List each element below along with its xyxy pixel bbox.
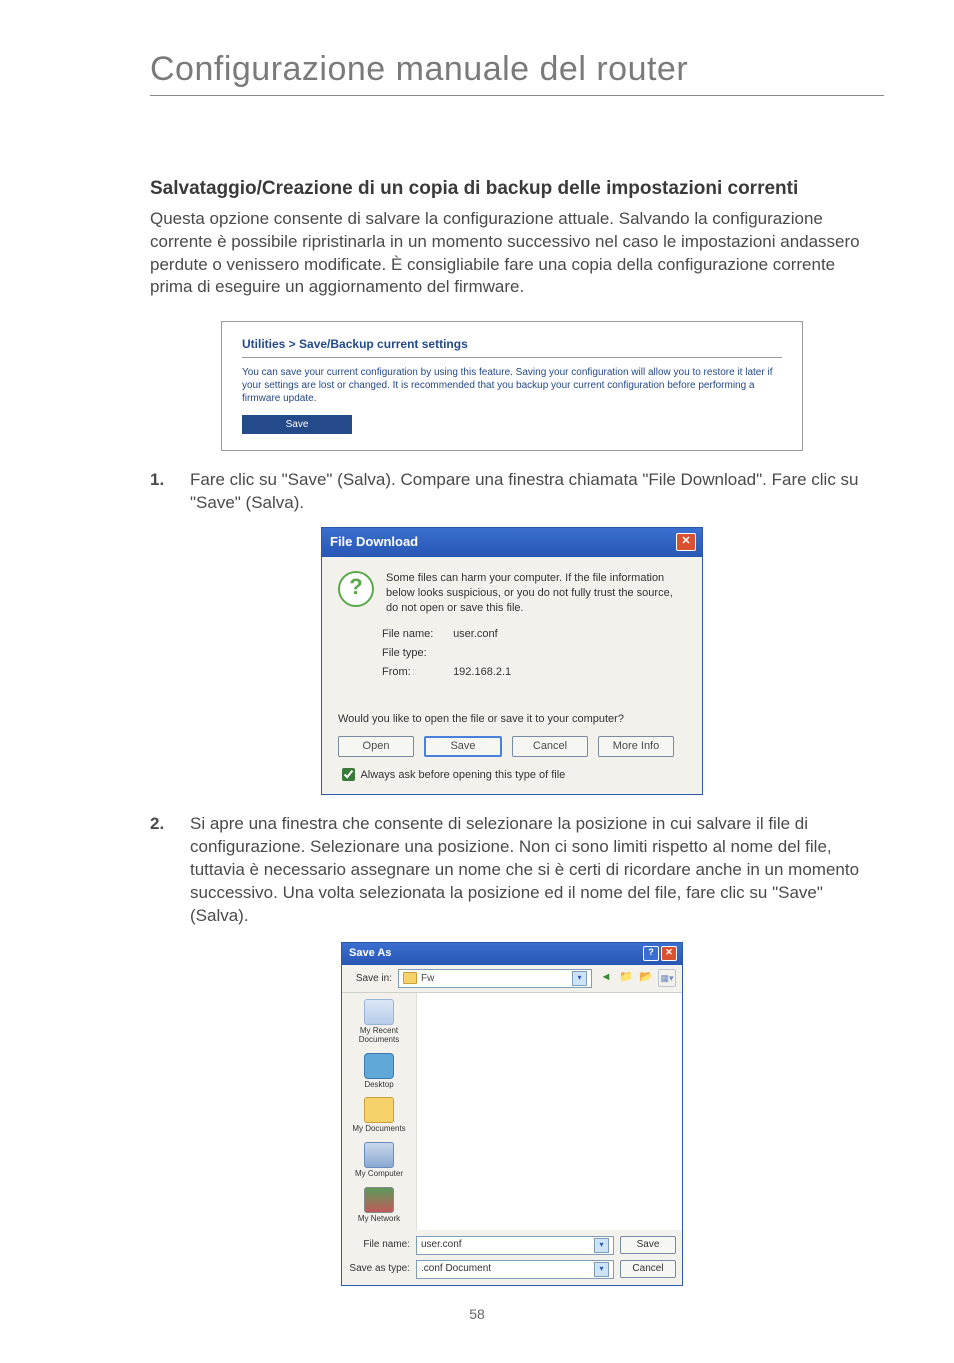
utilities-desc: You can save your current configuration … (242, 366, 782, 405)
cancel-button[interactable]: Cancel (620, 1260, 676, 1278)
save-in-dropdown[interactable]: Fw ▾ (398, 969, 592, 988)
folder-icon (403, 972, 417, 984)
close-icon[interactable]: ✕ (676, 533, 696, 551)
file-name-label: File name: (348, 1238, 410, 1252)
from-value: 192.168.2.1 (453, 666, 511, 678)
section-intro: Questa opzione consente di salvare la co… (150, 208, 874, 300)
place-my-computer[interactable]: My Computer (355, 1142, 403, 1179)
filetype-label: File type: (382, 644, 450, 663)
new-folder-icon[interactable]: 📂 (638, 969, 654, 985)
save-as-title: Save As (349, 946, 391, 961)
open-button[interactable]: Open (338, 736, 414, 757)
save-button[interactable]: Save (424, 736, 502, 757)
more-info-button[interactable]: More Info (598, 736, 674, 757)
close-icon[interactable]: ✕ (661, 946, 677, 961)
cancel-button[interactable]: Cancel (512, 736, 588, 757)
help-icon[interactable]: ? (643, 946, 659, 961)
my-documents-icon (364, 1097, 394, 1123)
place-recent-documents[interactable]: My Recent Documents (344, 999, 414, 1045)
always-ask-label: Always ask before opening this type of f… (360, 769, 565, 781)
save-as-type-value: .conf Document (421, 1262, 491, 1276)
place-label: Desktop (364, 1080, 393, 1089)
step-number: 1. (150, 469, 190, 515)
screenshot-utilities-save: Utilities > Save/Backup current settings… (221, 321, 803, 451)
chevron-down-icon[interactable]: ▾ (594, 1262, 609, 1277)
file-name-input[interactable]: user.conf ▾ (416, 1236, 614, 1255)
from-label: From: (382, 663, 450, 682)
desktop-icon (364, 1053, 394, 1079)
back-icon[interactable]: ◄ (598, 969, 614, 985)
step-number: 2. (150, 813, 190, 928)
place-desktop[interactable]: Desktop (364, 1053, 394, 1090)
title-underline (150, 95, 884, 96)
my-network-icon (364, 1187, 394, 1213)
filename-label: File name: (382, 625, 450, 644)
up-folder-icon[interactable]: 📁 (618, 969, 634, 985)
file-list-area[interactable] (417, 993, 682, 1230)
file-download-title: File Download (330, 533, 418, 551)
step-text: Si apre una finestra che consente di sel… (190, 813, 874, 928)
chevron-down-icon[interactable]: ▾ (572, 971, 587, 986)
save-button[interactable]: Save (620, 1236, 676, 1254)
file-download-warning: Some files can harm your computer. If th… (386, 571, 686, 616)
place-my-documents[interactable]: My Documents (352, 1097, 405, 1134)
step-text: Fare clic su "Save" (Salva). Compare una… (190, 469, 874, 515)
save-in-value: Fw (421, 972, 434, 986)
save-as-type-label: Save as type: (348, 1262, 410, 1276)
place-label: My Network (358, 1214, 400, 1223)
place-my-network[interactable]: My Network (358, 1187, 400, 1224)
save-in-label: Save in: (348, 972, 392, 986)
page-title: Configurazione manuale del router (150, 50, 884, 89)
place-label: My Documents (352, 1124, 405, 1133)
section-heading: Salvataggio/Creazione di un copia di bac… (150, 176, 874, 202)
utilities-divider (242, 357, 782, 358)
always-ask-input[interactable] (342, 768, 355, 781)
file-name-value: user.conf (421, 1238, 462, 1252)
question-icon: ? (338, 571, 374, 607)
views-icon[interactable]: ▦▾ (658, 969, 676, 987)
screenshot-save-as: Save As ? ✕ Save in: Fw ▾ ◄ 📁 (341, 942, 683, 1286)
place-label: My Computer (355, 1169, 403, 1178)
filename-value: user.conf (453, 628, 498, 640)
always-ask-checkbox[interactable]: Always ask before opening this type of f… (338, 769, 565, 781)
my-computer-icon (364, 1142, 394, 1168)
screenshot-file-download: File Download ✕ ? Some files can harm yo… (321, 527, 703, 795)
file-download-question: Would you like to open the file or save … (338, 712, 686, 727)
place-label: My Recent Documents (359, 1026, 399, 1044)
chevron-down-icon[interactable]: ▾ (594, 1238, 609, 1253)
utilities-title: Utilities > Save/Backup current settings (242, 336, 782, 352)
utilities-save-button[interactable]: Save (242, 415, 352, 435)
save-as-type-dropdown[interactable]: .conf Document ▾ (416, 1260, 614, 1279)
recent-documents-icon (364, 999, 394, 1025)
page-number: 58 (70, 1306, 884, 1322)
